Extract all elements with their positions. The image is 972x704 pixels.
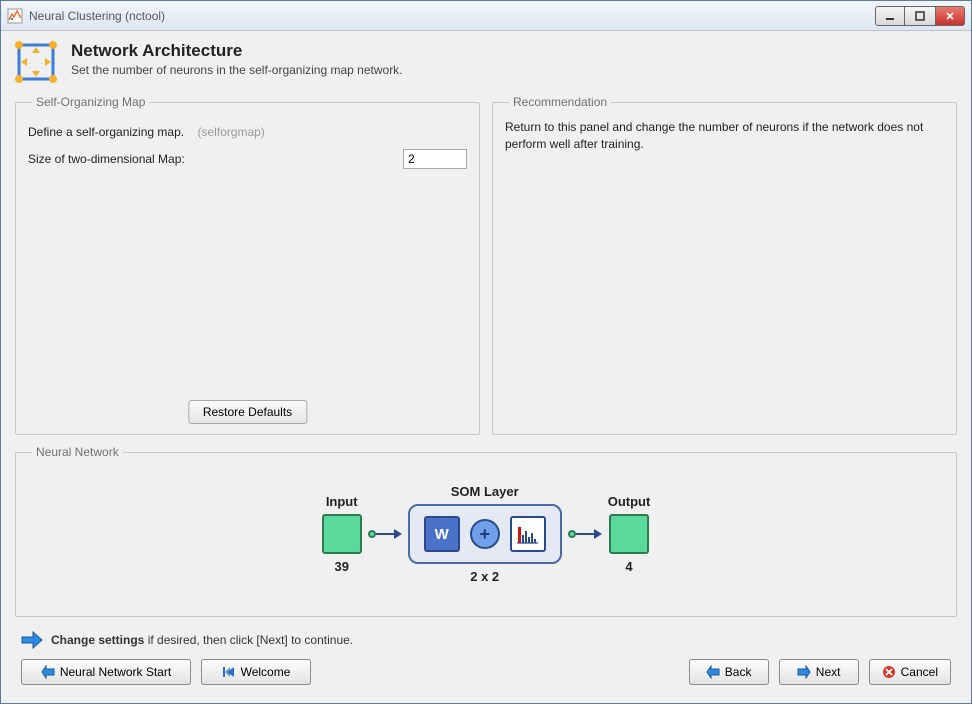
som-panel: Self-Organizing Map Define a self-organi… [15, 95, 480, 435]
window-title: Neural Clustering (nctool) [29, 9, 875, 23]
weight-block: W [424, 516, 460, 552]
som-size: 2 x 2 [470, 569, 499, 584]
input-size: 39 [334, 559, 348, 574]
minimize-button[interactable] [875, 6, 905, 26]
titlebar[interactable]: Neural Clustering (nctool) [1, 1, 971, 31]
cancel-label: Cancel [901, 665, 938, 679]
nnstart-label: Neural Network Start [60, 665, 171, 679]
transfer-fn-block [510, 516, 546, 552]
arrow-right-icon [21, 631, 43, 649]
app-icon [7, 8, 23, 24]
restore-defaults-button[interactable]: Restore Defaults [188, 400, 307, 424]
input-label: Input [326, 494, 358, 509]
page-title: Network Architecture [71, 41, 403, 61]
hint-row: Change settings if desired, then click [… [21, 631, 957, 649]
output-label: Output [608, 494, 651, 509]
back-arrow-icon [41, 665, 55, 679]
close-icon [945, 11, 955, 21]
network-arch-icon [15, 41, 57, 83]
output-block [609, 514, 649, 554]
content-area: Network Architecture Set the number of n… [1, 31, 971, 703]
sum-block: + [470, 519, 500, 549]
back-button[interactable]: Back [689, 659, 769, 685]
minimize-icon [885, 11, 895, 21]
cancel-button[interactable]: Cancel [869, 659, 951, 685]
page-header: Network Architecture Set the number of n… [15, 41, 957, 83]
define-text: Define a self-organizing map. [28, 125, 184, 139]
neural-network-panel: Neural Network Input 39 SOM Layer W + [15, 445, 957, 617]
page-subtitle: Set the number of neurons in the self-or… [71, 63, 403, 77]
rewind-icon [222, 665, 236, 679]
recommendation-text: Return to this panel and change the numb… [505, 119, 944, 153]
close-button[interactable] [935, 6, 965, 26]
arrow-left-icon [706, 665, 720, 679]
define-hint: (selforgmap) [197, 125, 264, 139]
nn-diagram: Input 39 SOM Layer W + [28, 469, 944, 599]
welcome-button[interactable]: Welcome [201, 659, 311, 685]
output-size: 4 [625, 559, 632, 574]
welcome-label: Welcome [241, 665, 291, 679]
map-size-input[interactable] [403, 149, 467, 169]
cancel-icon [882, 665, 896, 679]
map-size-label: Size of two-dimensional Map: [28, 152, 185, 166]
next-label: Next [816, 665, 841, 679]
hint-bold: Change settings [51, 633, 144, 647]
main-window: Neural Clustering (nctool) [0, 0, 972, 704]
input-block [322, 514, 362, 554]
footer-buttons: Neural Network Start Welcome Back Next [15, 659, 957, 689]
recommendation-panel: Recommendation Return to this panel and … [492, 95, 957, 435]
som-layer-box: W + [408, 504, 562, 564]
recommendation-legend: Recommendation [509, 95, 611, 109]
som-panel-legend: Self-Organizing Map [32, 95, 149, 109]
neural-network-start-button[interactable]: Neural Network Start [21, 659, 191, 685]
arrow-right-icon [797, 665, 811, 679]
maximize-button[interactable] [905, 6, 935, 26]
connector [368, 529, 402, 539]
next-button[interactable]: Next [779, 659, 859, 685]
connector [568, 529, 602, 539]
compet-icon [515, 521, 541, 547]
maximize-icon [915, 11, 925, 21]
back-label: Back [725, 665, 752, 679]
som-label: SOM Layer [451, 484, 519, 499]
nn-panel-legend: Neural Network [32, 445, 123, 459]
hint-rest: if desired, then click [Next] to continu… [144, 633, 353, 647]
